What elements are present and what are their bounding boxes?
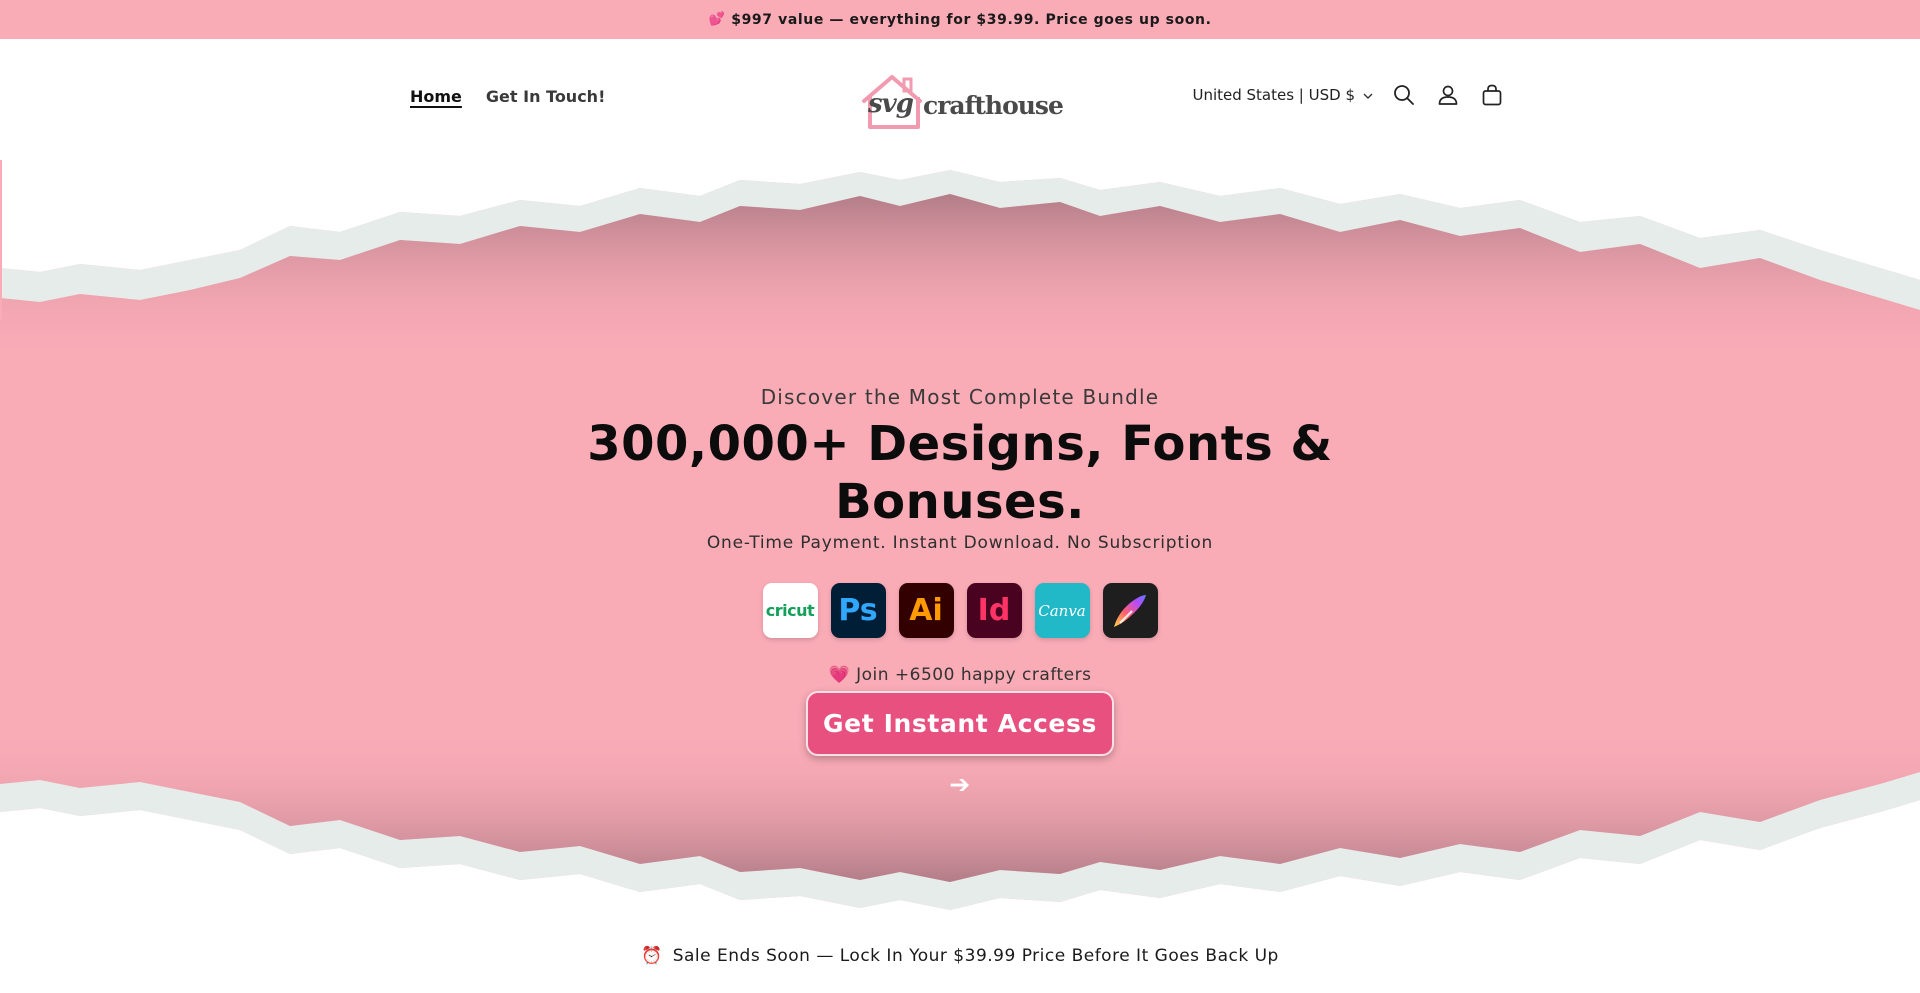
header-actions: United States | USD $ [1192,82,1505,108]
search-icon[interactable] [1391,82,1417,108]
nav-link-home[interactable]: Home [410,87,462,106]
indesign-icon: Id [966,583,1022,638]
photoshop-icon: Ps [830,583,886,638]
illustrator-icon: Ai [898,583,954,638]
site-logo[interactable]: svg crafthouse [860,71,1064,131]
cricut-icon: cricut [762,583,818,638]
logo-crafthouse-word: crafthouse [923,91,1064,120]
get-instant-access-button[interactable]: Get Instant Access ➔ [806,691,1114,799]
nav-link-get-in-touch[interactable]: Get In Touch! [486,87,605,106]
hero-subtitle: Discover the Most Complete Bundle [760,385,1160,409]
heart-icon: 💗 [828,665,851,685]
hero-tagline: One-Time Payment. Instant Download. No S… [706,533,1214,553]
sale-ends-text: Sale Ends Soon — Lock In Your $39.99 Pri… [672,946,1279,966]
chevron-down-icon [1363,89,1373,102]
hero-content: Discover the Most Complete Bundle 300,00… [0,385,1920,799]
join-crafters-text: 💗 Join +6500 happy crafters [0,665,1920,685]
alarm-clock-icon: ⏰ [641,946,663,966]
join-crafters-label: Join +6500 happy crafters [856,665,1092,685]
sale-ends-banner: ⏰ Sale Ends Soon — Lock In Your $39.99 P… [0,946,1920,966]
procreate-icon [1102,583,1158,638]
account-icon[interactable] [1435,82,1461,108]
announcement-bar: 💕 $997 value — everything for $39.99. Pr… [0,0,1920,39]
cart-icon[interactable] [1479,82,1505,108]
country-currency-selector[interactable]: United States | USD $ [1192,86,1373,104]
country-currency-label: United States | USD $ [1192,86,1355,104]
hero-title: 300,000+ Designs, Fonts & Bonuses. [0,415,1920,531]
announcement-text: $997 value — everything for $39.99. Pric… [731,11,1212,28]
hero-title-line1: 300,000+ Designs, Fonts & [587,416,1333,472]
hero-title-line2: Bonuses. [835,474,1085,530]
hearts-icon: 💕 [708,12,726,27]
hero-section: Discover the Most Complete Bundle 300,00… [0,160,1920,920]
logo-svg-word: svg [868,89,914,119]
compatible-apps: cricut Ps Ai Id Canva [0,583,1920,638]
main-nav: Home Get In Touch! [410,87,605,106]
canva-icon: Canva [1034,583,1090,638]
site-header: Home Get In Touch! svg crafthouse United… [0,39,1920,160]
